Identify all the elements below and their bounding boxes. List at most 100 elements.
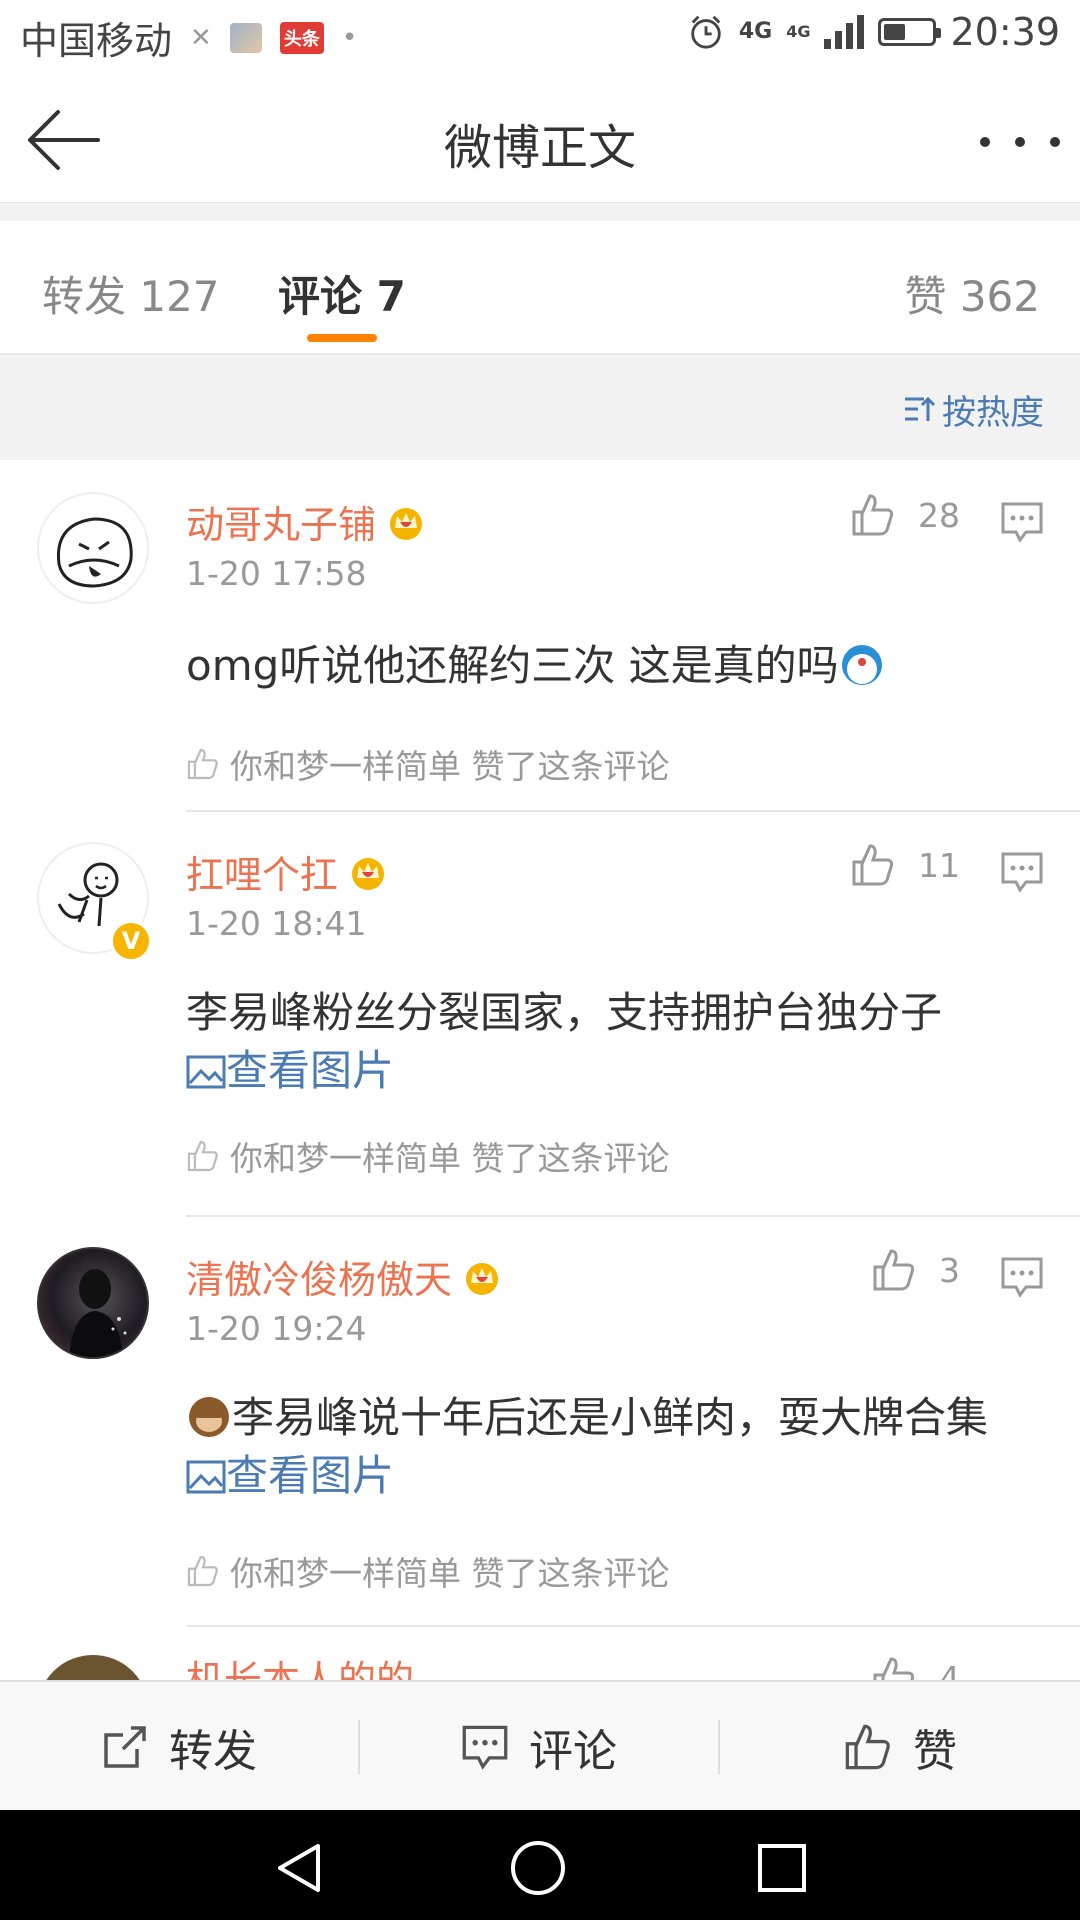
thumbs-up-icon <box>873 1249 915 1291</box>
comment-like-button[interactable]: 3 <box>871 1247 960 1293</box>
no-signal-icon: ✕ <box>190 22 212 53</box>
tab-like[interactable]: 赞 362 <box>904 263 1040 324</box>
active-tab-indicator <box>307 334 377 342</box>
like-button[interactable]: 赞 <box>720 1682 1080 1812</box>
thumbs-up-icon <box>873 1657 915 1680</box>
comment-time: 1-20 18:41 <box>186 904 367 943</box>
doraemon-emoji-icon <box>839 641 885 690</box>
sort-icon <box>905 396 936 421</box>
view-image-link[interactable]: 查看图片 <box>186 1046 394 1095</box>
comment-body: 李易峰粉丝分裂国家，支持拥护台独分子 <box>186 988 943 1037</box>
liked-by-row: 你和梦一样简单 赞了这条评论 <box>186 1132 670 1180</box>
comment-text: 李易峰说十年后还是小鲜肉，耍大牌合集 查看图片 <box>186 1389 1020 1505</box>
status-right: 4G 4G 20:39 <box>687 10 1060 54</box>
crown-badge-icon <box>352 857 385 890</box>
network-type-label: 4G <box>738 19 773 44</box>
username: 扛哩个扛 <box>186 853 339 897</box>
comment-item-partial[interactable]: 机长本人的的 4 <box>0 1627 1080 1680</box>
username: 机长本人的的 <box>186 1658 415 1680</box>
thumbs-up-small-icon <box>187 1140 218 1172</box>
avatar[interactable] <box>37 1655 149 1680</box>
monkey-emoji-icon <box>186 1393 232 1442</box>
like-count: 11 <box>918 845 960 885</box>
interaction-tabs: 转发 127 评论 7 赞 362 <box>0 221 1080 355</box>
signal-icon <box>824 15 865 49</box>
status-bar: 中国移动 ✕ 头条 • 4G 4G 20:39 <box>0 0 1080 72</box>
liked-by-text: 你和梦一样简单 赞了这条评论 <box>230 1554 670 1593</box>
reply-comment-icon[interactable] <box>1000 500 1044 544</box>
network-type-label-2: 4G <box>786 22 811 41</box>
repost-label: 转发 <box>169 1726 257 1777</box>
recents-square-icon[interactable] <box>752 1838 812 1898</box>
liked-by-text: 你和梦一样简单 赞了这条评论 <box>230 747 670 786</box>
bottom-action-bar: 转发 评论 赞 <box>0 1680 1080 1812</box>
liked-by-row: 你和梦一样简单 赞了这条评论 <box>186 740 670 788</box>
image-icon <box>186 1460 226 1494</box>
like-label: 赞 <box>913 1726 957 1777</box>
comment-time: 1-20 17:58 <box>186 554 367 593</box>
comment-like-button[interactable]: 28 <box>850 492 960 538</box>
comment-item[interactable]: 清傲冷俊杨傲天 1-20 19:24 3 李易峰说十年后还是小鲜肉，耍大牌合集 … <box>0 1217 1080 1627</box>
comment-item[interactable]: 动哥丸子铺 1-20 17:58 28 omg听说他还解约三次 这是真的吗 你和… <box>0 462 1080 812</box>
username-link[interactable]: 机长本人的的 <box>186 1649 414 1680</box>
crown-badge-icon <box>390 507 423 540</box>
dot-icon <box>980 137 990 147</box>
comment-body: omg听说他还解约三次 这是真的吗 <box>186 641 839 690</box>
image-icon <box>186 1055 226 1089</box>
crown-badge-icon <box>466 1262 499 1295</box>
share-icon <box>104 1726 146 1768</box>
comment-button[interactable]: 评论 <box>360 1682 718 1812</box>
comment-like-button[interactable]: 4 <box>871 1655 960 1680</box>
avatar[interactable] <box>37 492 149 604</box>
username: 清傲冷俊杨傲天 <box>186 1258 453 1302</box>
username-link[interactable]: 清傲冷俊杨傲天 <box>186 1249 502 1304</box>
toutiao-badge: 头条 <box>279 21 324 54</box>
tab-comment[interactable]: 评论 7 <box>278 263 406 324</box>
view-image-label: 查看图片 <box>226 1046 395 1095</box>
thumbs-up-icon <box>852 844 894 886</box>
reply-comment-icon[interactable] <box>1000 1255 1044 1299</box>
more-options-button[interactable] <box>980 122 1060 162</box>
system-navigation-bar <box>0 1810 1080 1920</box>
comment-item[interactable]: V 扛哩个扛 1-20 18:41 11 李易峰粉丝分裂国家，支持拥护台独分子 … <box>0 812 1080 1217</box>
sort-bar: 按热度 <box>0 355 1080 460</box>
like-count: 3 <box>939 1250 960 1290</box>
dot-icon <box>1050 137 1060 147</box>
liked-by-row: 你和梦一样简单 赞了这条评论 <box>186 1547 670 1595</box>
status-left: 中国移动 ✕ 头条 • <box>20 10 357 65</box>
comment-like-button[interactable]: 11 <box>850 842 960 888</box>
thumbs-up-small-icon <box>187 748 218 780</box>
thumbs-up-small-icon <box>187 1555 218 1587</box>
section-gap <box>0 203 1080 221</box>
back-triangle-icon[interactable] <box>270 1838 330 1898</box>
avatar-doodle-icon <box>56 517 133 588</box>
like-count: 4 <box>939 1658 960 1681</box>
comment-body: 李易峰说十年后还是小鲜肉，耍大牌合集 <box>232 1393 989 1442</box>
reply-comment-icon[interactable] <box>1000 850 1044 894</box>
like-count: 28 <box>918 495 960 535</box>
home-circle-icon[interactable] <box>508 1838 568 1898</box>
username: 动哥丸子铺 <box>186 503 377 547</box>
comment-icon <box>462 1725 508 1770</box>
battery-icon <box>878 18 942 46</box>
view-image-link[interactable]: 查看图片 <box>186 1451 394 1500</box>
avatar-photo-icon <box>69 1269 127 1357</box>
view-image-label: 查看图片 <box>226 1451 395 1500</box>
clock-time: 20:39 <box>950 10 1060 54</box>
sort-by-hot-button[interactable]: 按热度 <box>902 385 1044 434</box>
tab-repost[interactable]: 转发 127 <box>42 263 220 324</box>
comment-text: omg听说他还解约三次 这是真的吗 <box>186 637 1020 695</box>
username-link[interactable]: 动哥丸子铺 <box>186 494 426 549</box>
carrier-label: 中国移动 <box>20 19 173 63</box>
thumbs-up-icon <box>852 494 894 536</box>
comment-time: 1-20 19:24 <box>186 1309 367 1348</box>
top-nav-bar: 微博正文 <box>0 72 1080 204</box>
avatar[interactable] <box>37 1247 149 1359</box>
comment-text: 李易峰粉丝分裂国家，支持拥护台独分子 查看图片 <box>186 984 1020 1100</box>
notification-image-icon <box>229 22 262 53</box>
verified-badge: V <box>110 920 152 962</box>
liked-by-text: 你和梦一样简单 赞了这条评论 <box>230 1139 670 1178</box>
repost-button[interactable]: 转发 <box>0 1682 358 1812</box>
username-link[interactable]: 扛哩个扛 <box>186 844 388 899</box>
page-title: 微博正文 <box>443 120 636 176</box>
